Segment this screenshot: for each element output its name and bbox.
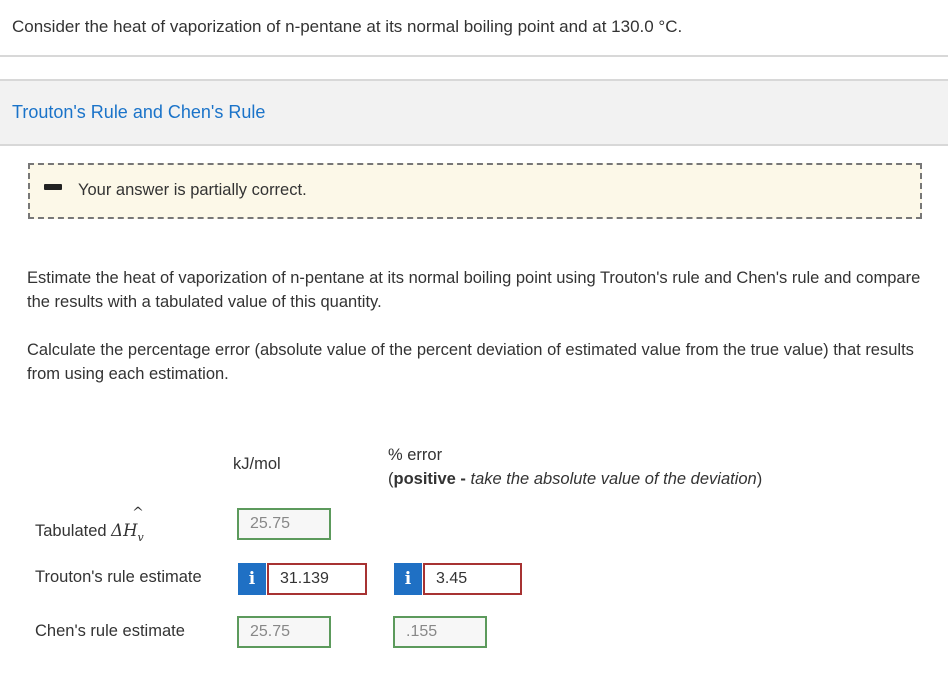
error-column-note: (positive - take the absolute value of t…: [388, 470, 763, 488]
feedback-text: Your answer is partially correct.: [78, 181, 307, 199]
error-column-header: % error (positive - take the absolute va…: [388, 443, 762, 491]
question-text: Consider the heat of vaporization of n-p…: [12, 17, 683, 36]
chen-error-field[interactable]: .155: [393, 616, 487, 648]
units-column-header: kJ/mol: [233, 455, 281, 473]
chen-kj-field[interactable]: 25.75: [237, 616, 331, 648]
chen-label: Chen's rule estimate: [35, 622, 185, 640]
feedback-banner: Your answer is partially correct.: [28, 163, 922, 219]
instructions-paragraph: Estimate the heat of vaporization of n-p…: [27, 269, 921, 311]
delta-h-symbol: ^ ΔHv: [111, 505, 144, 544]
trouton-label: Trouton's rule estimate: [35, 568, 202, 586]
tabulated-label: Tabulated ^ ΔHv: [35, 505, 144, 544]
partial-credit-icon: [44, 184, 62, 190]
section-header: Trouton's Rule and Chen's Rule: [0, 79, 948, 146]
info-icon[interactable]: i: [238, 563, 266, 595]
trouton-kj-field[interactable]: 31.139: [267, 563, 367, 595]
trouton-error-field[interactable]: 3.45: [423, 563, 522, 595]
error-column-title: % error: [388, 446, 443, 464]
tabulated-kj-field[interactable]: 25.75: [237, 508, 331, 540]
section-title[interactable]: Trouton's Rule and Chen's Rule: [12, 102, 265, 123]
divider: [0, 55, 948, 57]
instructions-paragraph-2: Calculate the percentage error (absolute…: [27, 341, 914, 383]
info-icon[interactable]: i: [394, 563, 422, 595]
